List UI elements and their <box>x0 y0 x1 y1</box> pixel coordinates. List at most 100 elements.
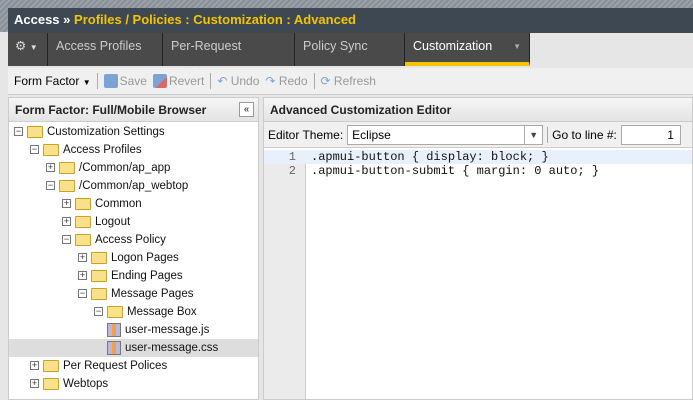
tree-item[interactable]: − Access Profiles <box>9 141 258 159</box>
folder-icon <box>27 126 43 138</box>
form-factor-dropdown[interactable]: Form Factor ▼ <box>14 74 91 88</box>
tree-panel: Form Factor: Full/Mobile Browser « − Custo… <box>8 97 259 400</box>
refresh-button[interactable]: ⟳ Refresh <box>321 74 376 88</box>
gear-menu-button[interactable]: ⚙ ▼ <box>8 33 48 66</box>
tree-item-label: Webtops <box>63 378 109 390</box>
collapse-icon[interactable]: − <box>78 289 87 298</box>
tree-item-label: Logout <box>95 216 131 228</box>
page-title: Access » Profiles / Policies : Customiza… <box>8 8 693 33</box>
tree-item[interactable]: + Logout <box>9 213 258 231</box>
tree-item-label: user-message.js <box>125 324 210 336</box>
divider <box>210 73 212 89</box>
tree-item-label: Customization Settings <box>47 126 165 138</box>
chevron-down-icon: ▼ <box>29 43 38 52</box>
tree-item[interactable]: − Customization Settings <box>9 123 258 141</box>
tree-item[interactable]: + /Common/ap_app <box>9 159 258 177</box>
goto-line-input[interactable]: 1 <box>620 124 681 145</box>
tree-item-label: Logon Pages <box>111 252 179 264</box>
folder-icon <box>75 234 91 246</box>
tree-panel-header: Form Factor: Full/Mobile Browser « <box>9 98 258 122</box>
line-number: 2 <box>288 164 296 178</box>
folder-icon <box>59 162 75 174</box>
collapse-panel-button[interactable]: « <box>239 102 254 117</box>
expand-icon[interactable]: + <box>30 361 39 370</box>
tree-item[interactable]: − Message Pages <box>9 285 258 303</box>
refresh-icon: ⟳ <box>320 74 331 88</box>
tab-customization[interactable]: Customization ▼ <box>405 33 530 66</box>
divider <box>96 73 98 89</box>
folder-icon <box>75 198 91 210</box>
tree-item[interactable]: user-message.js <box>9 321 258 339</box>
collapse-icon[interactable]: − <box>14 127 23 136</box>
tree-item[interactable]: − Access Policy <box>9 231 258 249</box>
tree-item[interactable]: − /Common/ap_webtop <box>9 177 258 195</box>
tab-access-profiles[interactable]: Access Profiles <box>48 33 163 66</box>
expand-icon[interactable]: + <box>30 379 39 388</box>
tree-item-label: Ending Pages <box>111 270 183 282</box>
folder-icon <box>43 360 59 372</box>
file-icon <box>107 341 121 355</box>
refresh-label: Refresh <box>333 74 376 88</box>
tree-item[interactable]: + Webtops <box>9 375 258 393</box>
collapse-icon[interactable]: − <box>94 307 103 316</box>
expand-icon[interactable]: + <box>46 163 55 172</box>
expand-icon[interactable]: + <box>62 199 71 208</box>
tree-item[interactable]: + Logon Pages <box>9 249 258 267</box>
tab-per-request-policies[interactable]: Per-Request Policies <box>163 33 295 80</box>
undo-label: Undo <box>230 74 260 88</box>
chevron-down-icon: ▼ <box>513 42 521 51</box>
tab-label: Customization <box>413 39 493 53</box>
theme-label: Editor Theme: <box>268 127 344 142</box>
expand-icon[interactable]: + <box>78 253 87 262</box>
code-line: 1 .apmui-button { display: block; } <box>264 150 692 164</box>
main-nav: ⚙ ▼ Access Profiles Per-Request Policies… <box>8 33 693 80</box>
breadcrumb-path: Profiles / Policies : Customization : Ad… <box>74 12 356 27</box>
file-icon <box>107 323 121 337</box>
collapse-icon[interactable]: − <box>30 145 39 154</box>
code-text: .apmui-button-submit { margin: 0 auto; } <box>311 164 600 178</box>
nav-filler <box>530 33 693 66</box>
tree-item-label: Access Profiles <box>63 144 142 156</box>
revert-button[interactable]: Revert <box>152 74 205 88</box>
divider <box>547 126 549 143</box>
chevron-down-icon: ▼ <box>524 125 542 144</box>
save-button[interactable]: Save <box>103 74 147 88</box>
folder-icon <box>91 270 107 282</box>
folder-icon <box>91 288 107 300</box>
editor-header: Advanced Customization Editor <box>264 98 692 122</box>
redo-button[interactable]: ↷ Redo <box>265 74 307 88</box>
expand-icon[interactable]: + <box>78 271 87 280</box>
revert-icon <box>152 74 167 88</box>
tree-item[interactable]: user-message.css <box>9 339 258 357</box>
breadcrumb-separator: » <box>63 12 71 27</box>
tree-item-label: Message Box <box>127 306 197 318</box>
form-factor-label: Form Factor <box>14 74 80 88</box>
gear-icon: ⚙ <box>15 39 27 53</box>
folder-icon <box>43 144 59 156</box>
undo-button[interactable]: ↶ Undo <box>217 74 259 88</box>
tree-item[interactable]: + Common <box>9 195 258 213</box>
panel-title: Form Factor: Full/Mobile Browser <box>15 103 207 117</box>
expand-icon[interactable]: + <box>62 217 71 226</box>
section-label: Access <box>14 12 60 27</box>
tree-item[interactable]: − Message Box <box>9 303 258 321</box>
collapse-icon[interactable]: − <box>62 235 71 244</box>
folder-icon <box>59 180 75 192</box>
save-icon <box>103 74 118 88</box>
folder-icon <box>43 378 59 390</box>
tab-policy-sync[interactable]: Policy Sync <box>295 33 405 66</box>
tree-item-label: Common <box>95 198 142 210</box>
redo-label: Redo <box>278 74 308 88</box>
revert-label: Revert <box>168 74 205 88</box>
divider <box>313 73 315 89</box>
tree-item-label: Per Request Polices <box>63 360 168 372</box>
collapse-icon[interactable]: − <box>46 181 55 190</box>
code-editor[interactable]: 1 .apmui-button { display: block; } 2 .apm… <box>264 150 692 399</box>
code-text: .apmui-button { display: block; } <box>311 150 549 164</box>
theme-select[interactable]: Eclipse ▼ <box>347 124 544 145</box>
redo-icon: ↷ <box>265 74 276 88</box>
undo-icon: ↶ <box>217 74 228 88</box>
tree-item[interactable]: + Ending Pages <box>9 267 258 285</box>
code-line: 2 .apmui-button-submit { margin: 0 auto; … <box>264 164 692 178</box>
tree-item[interactable]: + Per Request Polices <box>9 357 258 375</box>
